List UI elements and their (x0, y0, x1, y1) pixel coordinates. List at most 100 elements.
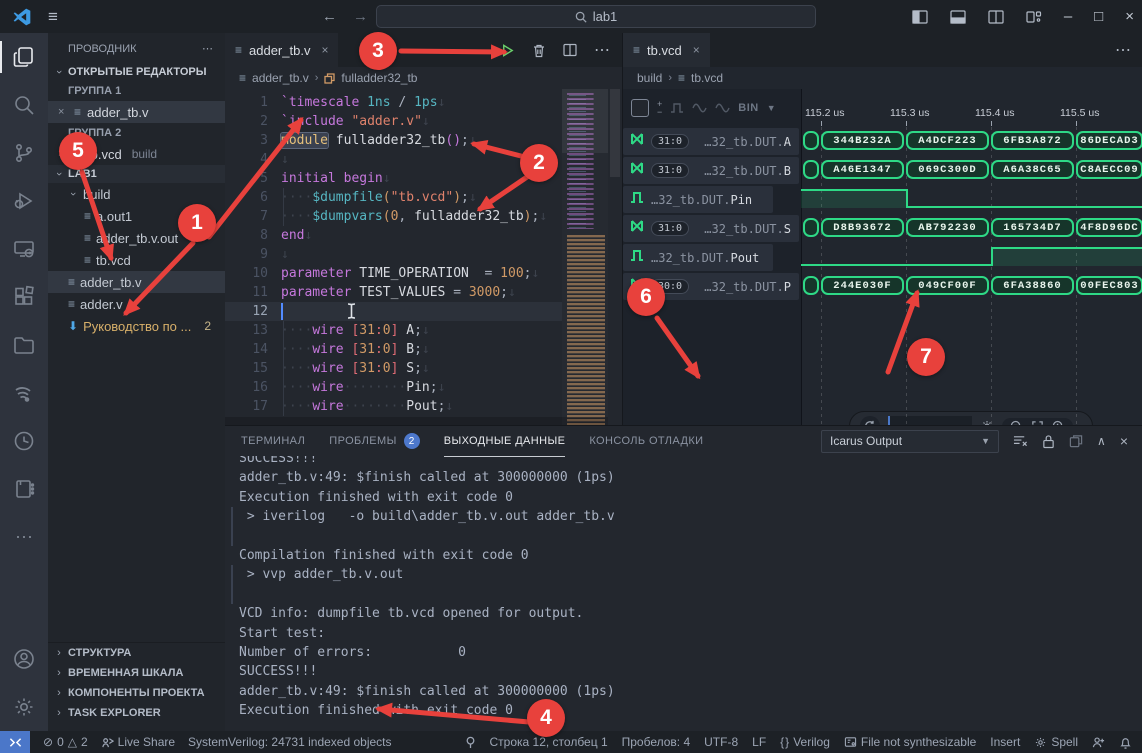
close-tab-icon[interactable]: × (321, 43, 328, 57)
menu-icon[interactable]: ≡ (48, 7, 58, 27)
close-tab-icon[interactable]: × (693, 43, 700, 57)
tab-debug-console[interactable]: КОНСОЛЬ ОТЛАДКИ (589, 426, 703, 456)
run-debug-icon[interactable] (0, 177, 48, 225)
open-in-editor-icon[interactable] (1069, 434, 1083, 448)
close-panel-icon[interactable]: × (1120, 433, 1128, 449)
wave-breadcrumbs[interactable]: build › ≡ tb.vcd (623, 67, 1142, 89)
remote-explorer-icon[interactable] (0, 225, 48, 273)
synthesis-status[interactable]: File not synthesizable (844, 735, 976, 749)
section-structure[interactable]: ›СТРУКТУРА (48, 643, 225, 663)
editor-scrollbar[interactable] (608, 89, 622, 425)
split-editor-icon[interactable] (563, 43, 577, 57)
bit-high-segment (801, 189, 906, 208)
waveform-canvas[interactable]: 115.2 us115.3 us115.4 us115.5 us344B232A… (801, 89, 1142, 425)
explorer-icon[interactable] (0, 33, 48, 81)
tree-item-adder-tb-v[interactable]: ≡adder_tb.v (48, 271, 225, 293)
zoom-out-row-icon[interactable]: − (657, 108, 662, 116)
signal-row-pin[interactable]: …32_tb.DUT.Pin (623, 186, 773, 213)
minimize-button[interactable]: – (1064, 8, 1072, 25)
output-line: SUCCESS!!! (239, 456, 1142, 468)
indexer-status[interactable]: SystemVerilog: 24731 indexed objects (188, 735, 391, 749)
tree-item-label: a.out1 (96, 209, 132, 224)
reload-icon[interactable] (860, 416, 880, 425)
open-editors-header[interactable]: › ОТКРЫТЫЕ РЕДАКТОРЫ (48, 63, 225, 81)
pulse-format-icon[interactable] (670, 102, 684, 114)
language-status[interactable]: { }Verilog (780, 735, 830, 749)
maximize-button[interactable]: □ (1094, 8, 1103, 25)
eol-status[interactable]: LF (752, 735, 766, 749)
clear-output-icon[interactable] (1013, 434, 1028, 448)
trash-icon[interactable] (532, 43, 546, 58)
tab-problems[interactable]: ПРОБЛЕМЫ2 (329, 426, 419, 456)
problems-status[interactable]: ⊘0 △2 (43, 735, 88, 749)
minimap[interactable] (562, 89, 608, 425)
tree-item-build[interactable]: ›build (48, 183, 225, 205)
neuter-icon[interactable] (465, 736, 476, 749)
encoding-status[interactable]: UTF-8 (704, 735, 738, 749)
section-task-explorer[interactable]: ›TASK EXPLORER (48, 703, 225, 723)
insert-mode-status[interactable]: Insert (990, 735, 1020, 749)
output-line: > vvp adder_tb.v.out (239, 565, 1142, 584)
output-line: Execution finished with exit code 0 (239, 488, 1142, 507)
section-project-components[interactable]: ›КОМПОНЕНТЫ ПРОЕКТА (48, 683, 225, 703)
chevron-down-icon: › (67, 189, 79, 199)
analog2-format-icon[interactable] (715, 103, 730, 113)
signal-row-a[interactable]: 31:0…32_tb.DUT.A (623, 128, 799, 155)
notebook-icon[interactable] (0, 465, 48, 513)
color-swatch[interactable] (631, 99, 649, 117)
editor-breadcrumbs[interactable]: ≡ adder_tb.v › fulladder32_tb (225, 67, 622, 89)
run-verilog-icon[interactable] (500, 43, 515, 58)
source-control-icon[interactable] (0, 129, 48, 177)
editor-more-actions-icon[interactable]: ⋯ (594, 40, 610, 60)
live-share-status[interactable]: Live Share (101, 735, 175, 749)
toggle-sidebar-icon[interactable] (912, 9, 928, 25)
tree-item-tb-vcd[interactable]: ≡tb.vcd (48, 249, 225, 271)
time-input[interactable] (888, 416, 972, 425)
radix-select[interactable]: BIN (738, 102, 758, 114)
signal-row-pout[interactable]: …32_tb.DUT.Pout (623, 244, 773, 271)
spell-status[interactable]: Spell (1034, 735, 1078, 749)
back-arrow-icon[interactable]: ← (322, 8, 337, 25)
tree-item-adder-v[interactable]: ≡adder.v (48, 293, 225, 315)
bell-icon[interactable] (1119, 736, 1132, 749)
close-editor-icon[interactable]: × (58, 106, 68, 118)
toggle-panel-icon[interactable] (950, 9, 966, 25)
annotation-circle-6: 6 (627, 278, 665, 316)
search-view-icon[interactable] (0, 81, 48, 129)
lock-icon[interactable] (1042, 434, 1055, 449)
account-icon[interactable] (0, 635, 48, 683)
output-console[interactable]: SUCCESS!!!adder_tb.v:49: $finish called … (225, 456, 1142, 731)
output-channel-select[interactable]: Icarus Output ▼ (821, 430, 999, 453)
signal-row-s[interactable]: 31:0…32_tb.DUT.S (623, 215, 799, 242)
tab-terminal[interactable]: ТЕРМИНАЛ (241, 426, 305, 456)
feedback-icon[interactable] (1092, 736, 1105, 749)
remote-indicator[interactable] (0, 731, 30, 753)
tab-tb-vcd[interactable]: ≡ tb.vcd × (623, 33, 710, 67)
sidebar-more-icon[interactable]: ⋯ (202, 42, 213, 55)
customize-layout-icon[interactable] (1026, 9, 1042, 25)
tree-item--[interactable]: ⬇Руководство по ...2 (48, 315, 225, 337)
history-icon[interactable] (0, 417, 48, 465)
more-views-icon[interactable]: ⋯ (0, 513, 48, 561)
wave-more-actions-icon[interactable]: ⋯ (1115, 40, 1131, 60)
close-button[interactable]: × (1125, 8, 1134, 25)
sidebar-bottom-sections: ›СТРУКТУРА ›ВРЕМЕННАЯ ШКАЛА ›КОМПОНЕНТЫ … (48, 642, 225, 723)
section-timeline[interactable]: ›ВРЕМЕННАЯ ШКАЛА (48, 663, 225, 683)
project-manager-icon[interactable] (0, 321, 48, 369)
indentation-status[interactable]: Пробелов: 4 (622, 735, 691, 749)
split-editor-icon[interactable] (988, 9, 1004, 25)
tab-adder-tb-v[interactable]: ≡ adder_tb.v × (225, 33, 338, 67)
live-server-icon[interactable] (0, 369, 48, 417)
open-editor-item[interactable]: ×≡adder_tb.v (48, 101, 225, 123)
breadcrumb-separator: › (315, 72, 319, 84)
extensions-icon[interactable] (0, 273, 48, 321)
maximize-panel-icon[interactable]: ∧ (1097, 434, 1106, 448)
command-search-box[interactable]: lab1 (376, 5, 816, 28)
cursor-position[interactable]: Строка 12, столбец 1 (490, 735, 608, 749)
signal-row-b[interactable]: 31:0…32_tb.DUT.B (623, 157, 799, 184)
forward-arrow-icon[interactable]: → (353, 8, 368, 25)
tab-output[interactable]: ВЫХОДНЫЕ ДАННЫЕ (444, 426, 566, 457)
minimap-slider[interactable] (562, 89, 608, 153)
settings-gear-icon[interactable] (0, 683, 48, 731)
analog-format-icon[interactable] (692, 103, 707, 113)
